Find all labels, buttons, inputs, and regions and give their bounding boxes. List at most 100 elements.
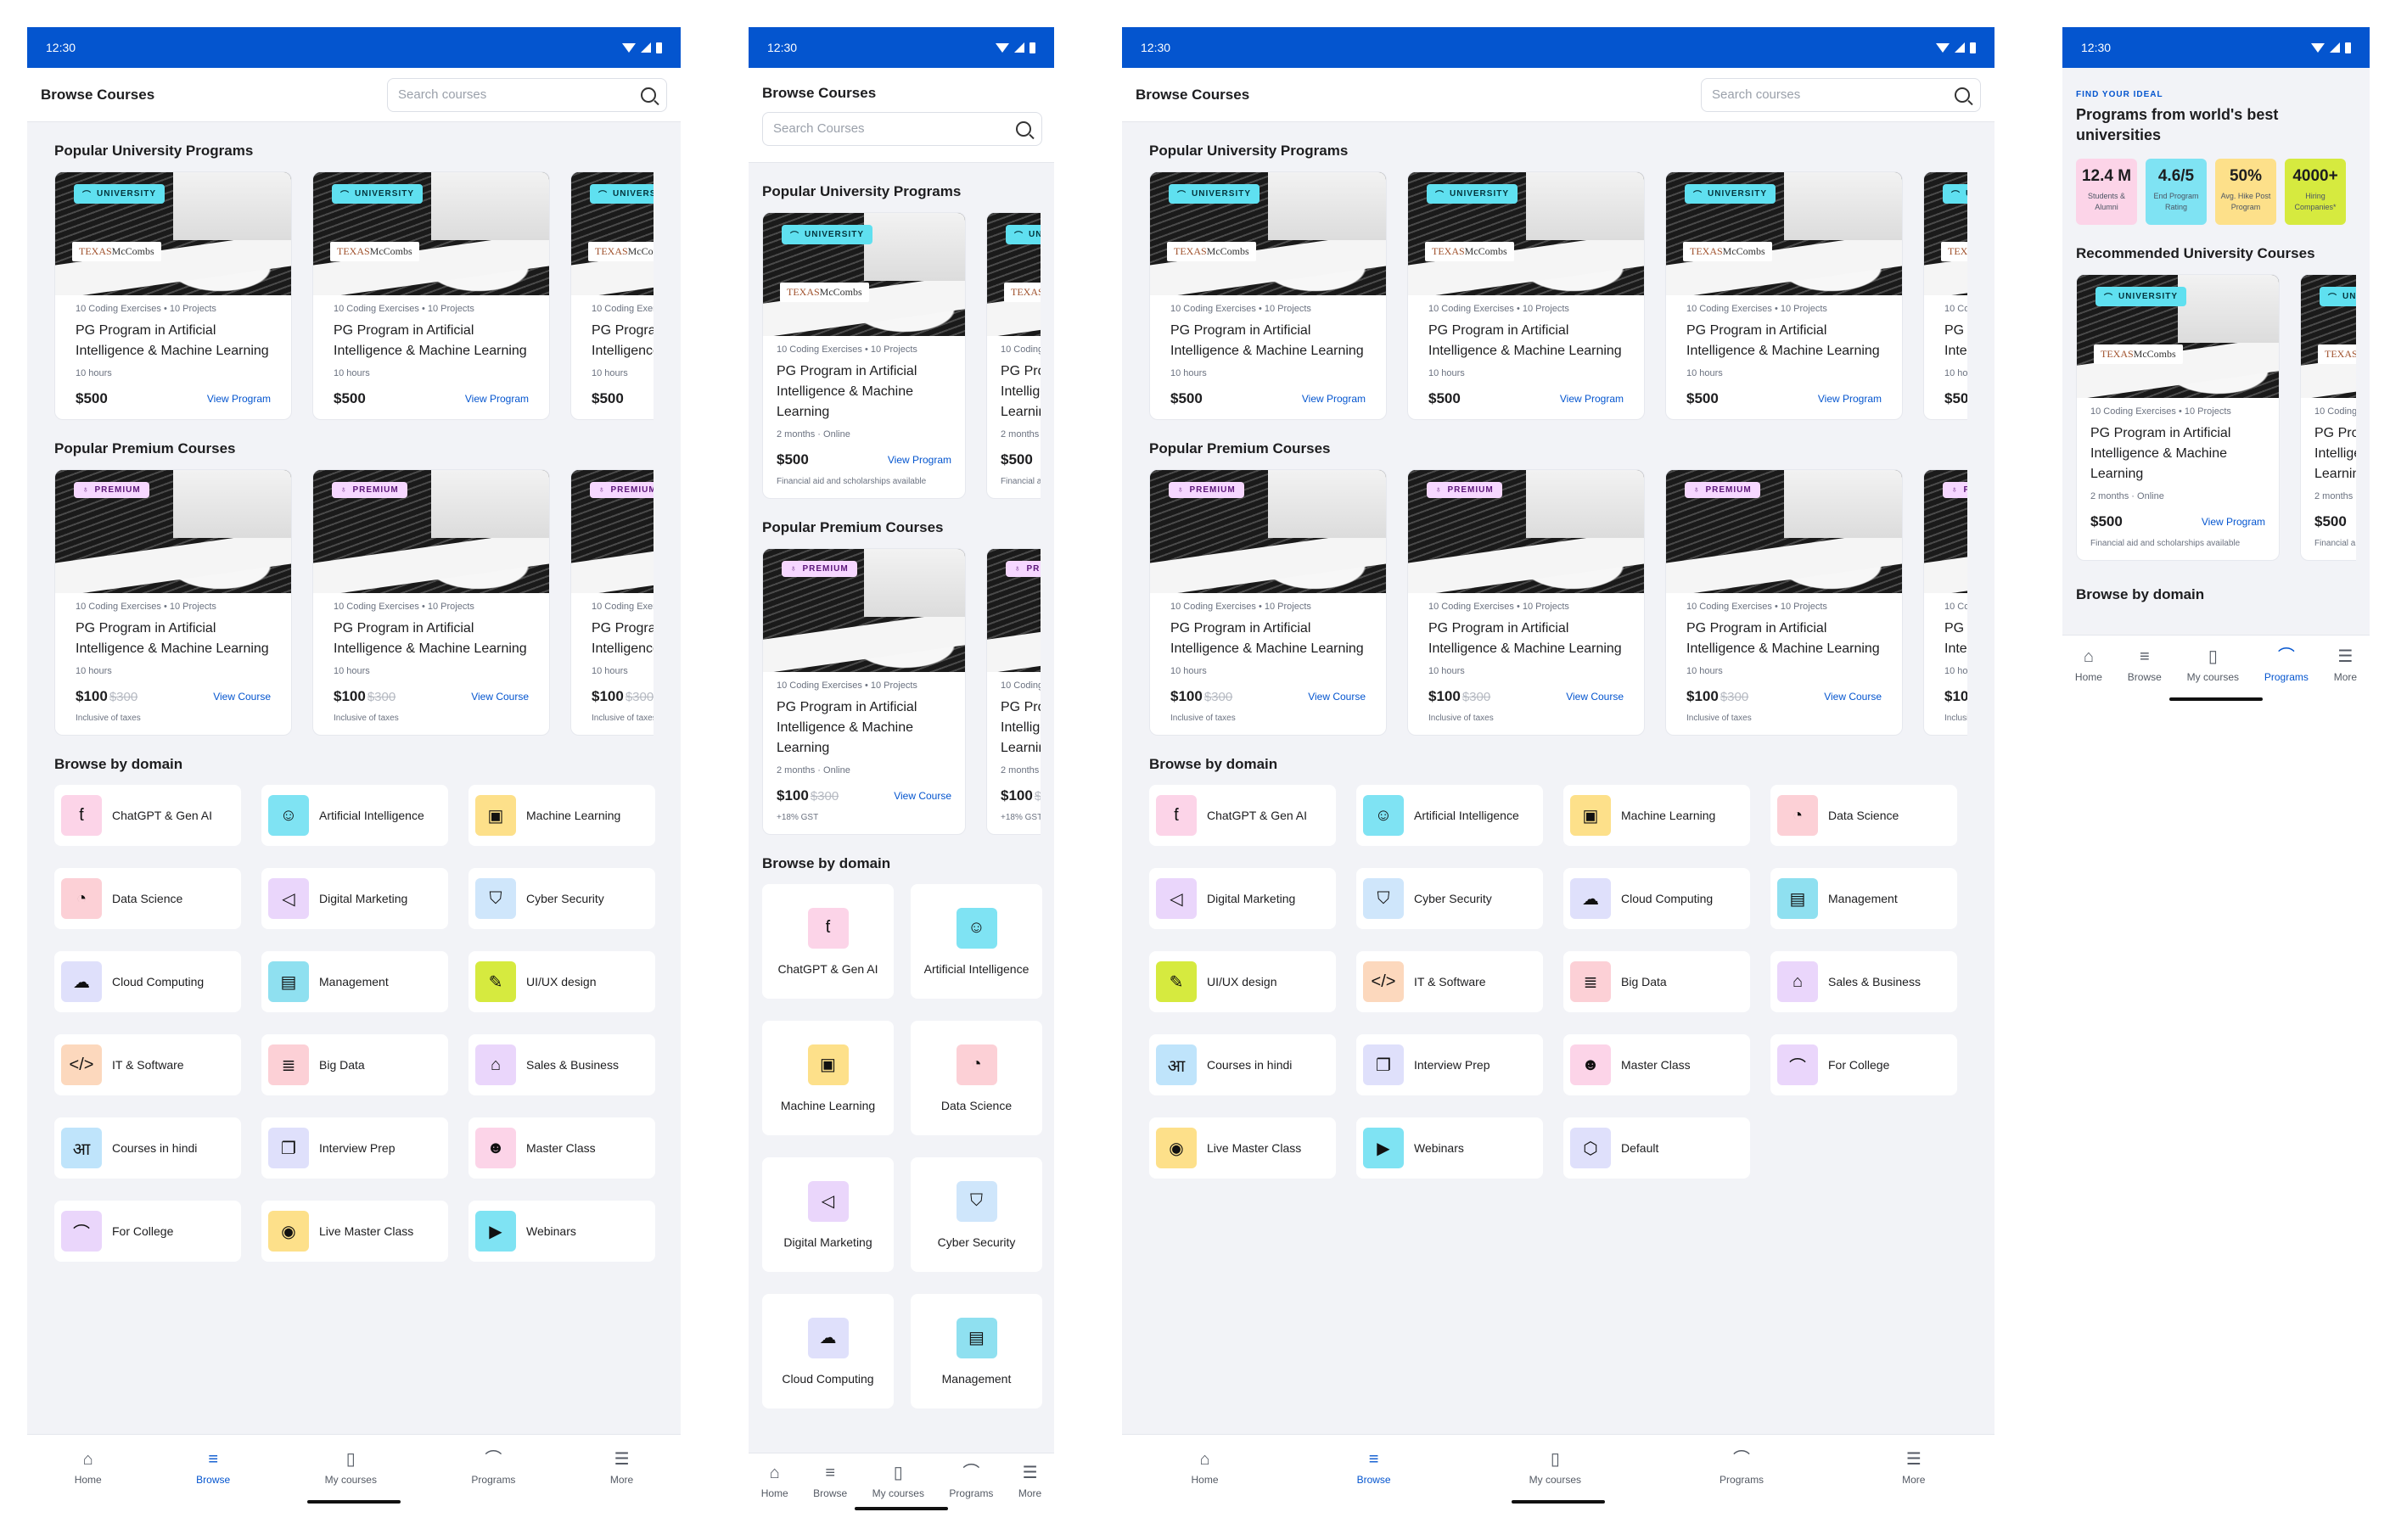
nav-item-more[interactable]: ☰ More xyxy=(2334,647,2357,708)
domain-item[interactable]: ⌂ Sales & Business xyxy=(1770,951,1957,1012)
domain-item[interactable]: ⬡ Default xyxy=(1563,1117,1750,1179)
domain-item[interactable]: ◔ Data Science xyxy=(54,868,241,929)
university-card-row[interactable]: ⌒ UNIVERSITY TEXASMcCombs 10 Coding Exercis… xyxy=(54,171,654,420)
domain-item[interactable]: ☁ Cloud Computing xyxy=(1563,868,1750,929)
domain-item[interactable]: ☺ Artificial Intelligence xyxy=(911,884,1042,999)
domain-item[interactable]: ☺ Artificial Intelligence xyxy=(1356,785,1543,846)
domain-item[interactable]: ☺ Artificial Intelligence xyxy=(261,785,448,846)
nav-item-programs[interactable]: ⌒ Programs xyxy=(949,1464,993,1517)
premium-course-card[interactable]: ♁ PREMIUM 10 Coding Exercises • 10 Project… xyxy=(570,469,654,736)
view-program-link[interactable]: View Program xyxy=(888,454,951,466)
nav-item-programs[interactable]: ⌒ Programs xyxy=(471,1450,515,1510)
search-icon[interactable] xyxy=(641,87,656,103)
university-course-card[interactable]: ⌒ UNIVERSITY TEXASMcCombs 10 Coding Exercis… xyxy=(1149,171,1387,420)
domain-item[interactable]: ◁ Digital Marketing xyxy=(1149,868,1336,929)
premium-card-row[interactable]: ♁ PREMIUM 10 Coding Exercises • 10 Project… xyxy=(1149,469,1967,736)
university-course-card[interactable]: ⌒ UNIVERSITY TEXASMcCombs 10 Coding Exercis… xyxy=(2300,274,2356,561)
recommended-card-row[interactable]: ⌒ UNIVERSITY TEXASMcCombs 10 Coding Exercis… xyxy=(2076,274,2356,561)
view-course-link[interactable]: View Course xyxy=(1308,691,1366,703)
domain-item[interactable]: ƭ ChatGPT & Gen AI xyxy=(1149,785,1336,846)
domain-item[interactable]: ▤ Management xyxy=(261,951,448,1012)
domain-item[interactable]: ▤ Management xyxy=(1770,868,1957,929)
domain-item[interactable]: ≣ Big Data xyxy=(261,1034,448,1095)
nav-item-home[interactable]: ⌂ Home xyxy=(75,1450,102,1510)
university-card-row[interactable]: ⌒ UNIVERSITY TEXASMcCombs 10 Coding Exercis… xyxy=(762,212,1041,499)
search-input[interactable]: Search courses xyxy=(1701,77,1981,112)
search-icon[interactable] xyxy=(1016,120,1031,137)
domain-item[interactable]: ⌂ Sales & Business xyxy=(468,1034,655,1095)
domain-item[interactable]: ▤ Management xyxy=(911,1294,1042,1408)
search-input[interactable]: Search Courses xyxy=(762,111,1042,146)
view-course-link[interactable]: View Course xyxy=(1824,691,1882,703)
domain-item[interactable]: ƭ ChatGPT & Gen AI xyxy=(762,884,894,999)
university-course-card[interactable]: ⌒ UNIVERSITY TEXASMcCombs 10 Coding Exercis… xyxy=(986,212,1041,499)
view-program-link[interactable]: View Program xyxy=(2202,516,2265,528)
domain-item[interactable]: ▶ Webinars xyxy=(468,1201,655,1262)
nav-item-home[interactable]: ⌂ Home xyxy=(761,1464,788,1517)
domain-item[interactable]: ❐ Interview Prep xyxy=(1356,1034,1543,1095)
nav-item-more[interactable]: ☰ More xyxy=(610,1450,633,1510)
nav-item-more[interactable]: ☰ More xyxy=(1018,1464,1041,1517)
premium-course-card[interactable]: ♁ PREMIUM 10 Coding Exercises • 10 Project… xyxy=(1665,469,1903,736)
domain-item[interactable]: </> IT & Software xyxy=(54,1034,241,1095)
university-course-card[interactable]: ⌒ UNIVERSITY TEXASMcCombs 10 Coding Exercis… xyxy=(762,212,966,499)
domain-item[interactable]: ☁ Cloud Computing xyxy=(54,951,241,1012)
search-icon[interactable] xyxy=(1955,87,1970,103)
premium-card-row[interactable]: ♁ PREMIUM 10 Coding Exercises • 10 Project… xyxy=(54,469,654,736)
nav-item-programs[interactable]: ⌒ Programs xyxy=(2264,647,2309,708)
domain-item[interactable]: ✎ UI/UX design xyxy=(1149,951,1336,1012)
domain-item[interactable]: ◁ Digital Marketing xyxy=(762,1157,894,1272)
domain-item[interactable]: ❐ Interview Prep xyxy=(261,1117,448,1179)
domain-item[interactable]: ▣ Machine Learning xyxy=(1563,785,1750,846)
premium-course-card[interactable]: ♁ PREMIUM 10 Coding Exercises • 10 Project… xyxy=(1923,469,1967,736)
view-course-link[interactable]: View Course xyxy=(894,790,951,802)
university-course-card[interactable]: ⌒ UNIVERSITY TEXASMcCombs 10 Coding Exercis… xyxy=(2076,274,2280,561)
view-program-link[interactable]: View Program xyxy=(1818,393,1882,405)
search-input[interactable]: Search courses xyxy=(387,77,667,112)
university-course-card[interactable]: ⌒ UNIVERSITY TEXASMcCombs 10 Coding Exercis… xyxy=(1923,171,1967,420)
premium-course-card[interactable]: ♁ PREMIUM 10 Coding Exercises • 10 Project… xyxy=(1407,469,1645,736)
university-course-card[interactable]: ⌒ UNIVERSITY TEXASMcCombs 10 Coding Exercis… xyxy=(54,171,292,420)
nav-item-browse[interactable]: ≡ Browse xyxy=(2128,647,2162,708)
nav-item-browse[interactable]: ≡ Browse xyxy=(196,1450,230,1510)
domain-item[interactable]: ≣ Big Data xyxy=(1563,951,1750,1012)
university-course-card[interactable]: ⌒ UNIVERSITY TEXASMcCombs 10 Coding Exercis… xyxy=(570,171,654,420)
nav-item-browse[interactable]: ≡ Browse xyxy=(1357,1450,1391,1510)
view-course-link[interactable]: View Course xyxy=(471,691,529,703)
domain-item[interactable]: ⛉ Cyber Security xyxy=(468,868,655,929)
view-program-link[interactable]: View Program xyxy=(1302,393,1366,405)
domain-item[interactable]: ▣ Machine Learning xyxy=(468,785,655,846)
domain-item[interactable]: ▣ Machine Learning xyxy=(762,1021,894,1135)
domain-item[interactable]: ☻ Master Class xyxy=(1563,1034,1750,1095)
domain-item[interactable]: ⌒ For College xyxy=(54,1201,241,1262)
premium-card-row[interactable]: ♁ PREMIUM 10 Coding Exercises • 10 Project… xyxy=(762,548,1041,835)
domain-item[interactable]: ✎ UI/UX design xyxy=(468,951,655,1012)
domain-item[interactable]: ◉ Live Master Class xyxy=(1149,1117,1336,1179)
domain-item[interactable]: ⛉ Cyber Security xyxy=(1356,868,1543,929)
domain-item[interactable]: ◉ Live Master Class xyxy=(261,1201,448,1262)
premium-course-card[interactable]: ♁ PREMIUM 10 Coding Exercises • 10 Project… xyxy=(54,469,292,736)
nav-item-programs[interactable]: ⌒ Programs xyxy=(1720,1450,1764,1510)
premium-course-card[interactable]: ♁ PREMIUM 10 Coding Exercises • 10 Project… xyxy=(1149,469,1387,736)
view-course-link[interactable]: View Course xyxy=(213,691,271,703)
nav-item-home[interactable]: ⌂ Home xyxy=(2075,647,2102,708)
university-course-card[interactable]: ⌒ UNIVERSITY TEXASMcCombs 10 Coding Exercis… xyxy=(312,171,550,420)
university-card-row[interactable]: ⌒ UNIVERSITY TEXASMcCombs 10 Coding Exercis… xyxy=(1149,171,1967,420)
domain-item[interactable]: ☁ Cloud Computing xyxy=(762,1294,894,1408)
domain-item[interactable]: ⌒ For College xyxy=(1770,1034,1957,1095)
domain-item[interactable]: ◔ Data Science xyxy=(1770,785,1957,846)
domain-item[interactable]: आ Courses in hindi xyxy=(1149,1034,1336,1095)
university-course-card[interactable]: ⌒ UNIVERSITY TEXASMcCombs 10 Coding Exercis… xyxy=(1665,171,1903,420)
premium-course-card[interactable]: ♁ PREMIUM 10 Coding Exercises • 10 Project… xyxy=(312,469,550,736)
nav-item-browse[interactable]: ≡ Browse xyxy=(813,1464,847,1517)
university-course-card[interactable]: ⌒ UNIVERSITY TEXASMcCombs 10 Coding Exercis… xyxy=(1407,171,1645,420)
view-program-link[interactable]: View Program xyxy=(207,393,271,405)
domain-item[interactable]: ◔ Data Science xyxy=(911,1021,1042,1135)
nav-item-more[interactable]: ☰ More xyxy=(1902,1450,1925,1510)
premium-course-card[interactable]: ♁ PREMIUM 10 Coding Exercises • 10 Project… xyxy=(762,548,966,835)
view-course-link[interactable]: View Course xyxy=(1566,691,1624,703)
view-program-link[interactable]: View Program xyxy=(465,393,529,405)
domain-item[interactable]: ☻ Master Class xyxy=(468,1117,655,1179)
domain-item[interactable]: </> IT & Software xyxy=(1356,951,1543,1012)
view-program-link[interactable]: View Program xyxy=(1560,393,1624,405)
